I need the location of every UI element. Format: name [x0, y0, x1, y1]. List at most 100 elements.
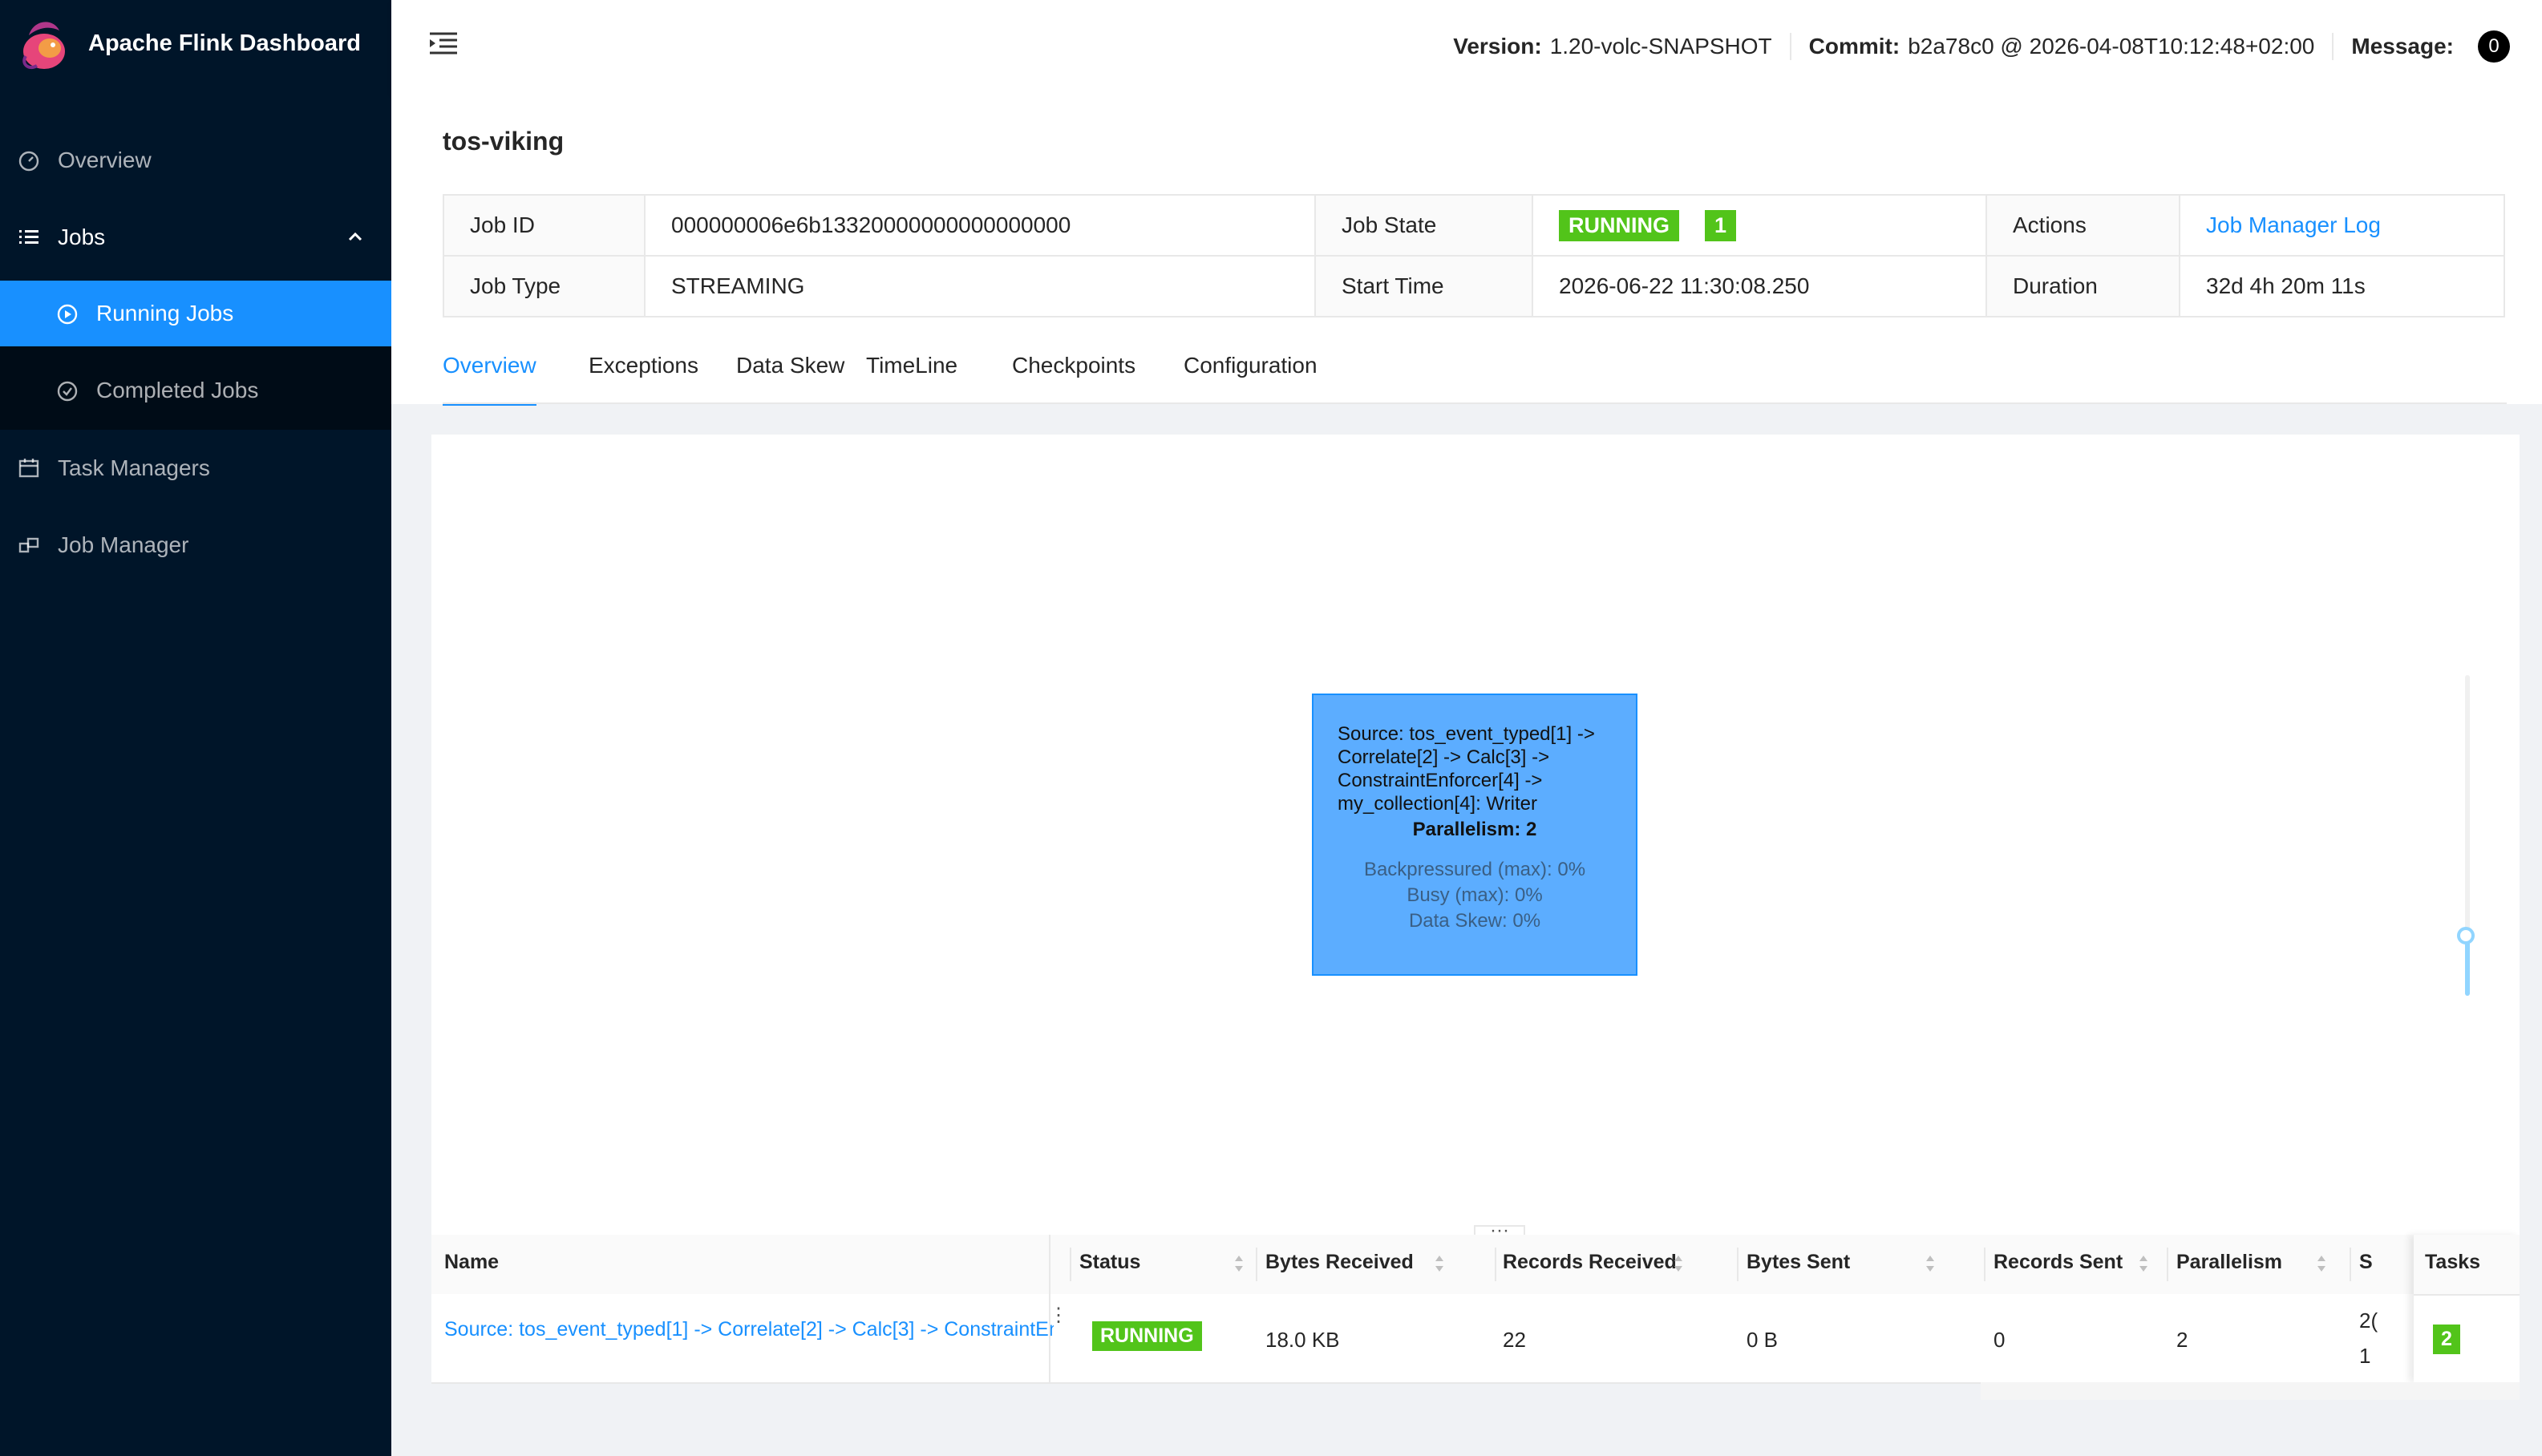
job-manager-log-link[interactable]: Job Manager Log: [2206, 212, 2381, 237]
sort-icon[interactable]: [2138, 1252, 2149, 1275]
column-resize-grip-icon[interactable]: ⋮: [1049, 1306, 1068, 1336]
start-time-value: 2026-06-22 11:30:08.250: [1532, 255, 1987, 317]
sidebar-item-label: Job Manager: [58, 532, 189, 557]
job-state-label: Job State: [1314, 194, 1533, 257]
col-parallelism[interactable]: Parallelism: [2176, 1251, 2282, 1274]
sort-icon[interactable]: [1434, 1252, 1445, 1275]
horizontal-scrollbar[interactable]: [1981, 1382, 2520, 1400]
message-count-badge[interactable]: 0: [2478, 30, 2510, 63]
sidebar-item-running-jobs[interactable]: Running Jobs: [0, 281, 391, 346]
header-info: Version: 1.20-volc-SNAPSHOT Commit: b2a7…: [1453, 30, 2510, 63]
tabs-divider: [443, 402, 2507, 404]
duration-label: Duration: [1985, 255, 2180, 317]
col-tasks[interactable]: Tasks: [2425, 1251, 2480, 1274]
sidebar-item-task-managers[interactable]: Task Managers: [0, 430, 391, 507]
col-bytes-sent[interactable]: Bytes Sent: [1747, 1251, 1850, 1274]
jobs-submenu: Running Jobs Completed Jobs: [0, 281, 391, 430]
job-type-label: Job Type: [443, 255, 646, 317]
sidebar-item-completed-jobs[interactable]: Completed Jobs: [0, 358, 391, 423]
sort-icon[interactable]: [1233, 1252, 1245, 1275]
duration-value: 32d 4h 20m 11s: [2179, 255, 2505, 317]
records-sent-cell: 0: [1994, 1328, 2006, 1352]
sidebar-item-label: Task Managers: [58, 455, 210, 480]
job-name: tos-viking: [443, 127, 565, 156]
tab-configuration[interactable]: Configuration: [1184, 353, 1318, 402]
commit-label: Commit:: [1808, 34, 1900, 59]
sidebar-item-label: Overview: [58, 148, 152, 172]
column-divider: [1495, 1248, 1496, 1281]
table-header: Name Status Bytes Received Records Recei…: [431, 1235, 2520, 1296]
tab-checkpoints[interactable]: Checkpoints: [1012, 353, 1135, 402]
col-bytes-received[interactable]: Bytes Received: [1265, 1251, 1414, 1274]
build-icon: [18, 537, 39, 553]
job-descriptions: Job ID 000000006e6b13320000000000000000 …: [443, 194, 2505, 317]
col-status[interactable]: Status: [1079, 1251, 1140, 1274]
chevron-up-icon: [348, 232, 362, 241]
vertex-status-tag: RUNNING: [1092, 1321, 1202, 1351]
col-name[interactable]: Name: [444, 1251, 499, 1274]
job-vertex-node[interactable]: Source: tos_event_typed[1] -> Correlate[…: [1312, 694, 1637, 976]
header-divider: [2332, 33, 2334, 60]
unordered-list-icon: [19, 230, 38, 244]
sidebar-item-overview[interactable]: Overview: [0, 122, 391, 199]
tab-overview[interactable]: Overview: [443, 353, 536, 406]
brand-title: Apache Flink Dashboard: [88, 30, 362, 56]
sort-icon[interactable]: [1925, 1252, 1936, 1275]
vertex-table: Name Status Bytes Received Records Recei…: [431, 1235, 2520, 1384]
menu-fold-icon[interactable]: [428, 30, 459, 56]
sidebar-item-label: Completed Jobs: [96, 378, 259, 402]
check-circle-icon: [57, 381, 78, 402]
job-state-tag: RUNNING: [1559, 209, 1679, 241]
start-time-label: Start Time: [1314, 255, 1533, 317]
start-time-cell-line1: 2(: [2359, 1308, 2378, 1333]
bytes-sent-cell: 0 B: [1747, 1328, 1779, 1352]
schedule-icon: [18, 459, 39, 478]
records-received-cell: 22: [1503, 1328, 1526, 1352]
col-records-sent[interactable]: Records Sent: [1994, 1251, 2123, 1274]
node-backpressured: Backpressured (max): 0%: [1363, 859, 1586, 880]
version-label: Version:: [1453, 34, 1542, 59]
actions-cell: Job Manager Log: [2179, 194, 2505, 257]
actions-label: Actions: [1985, 194, 2180, 257]
start-time-cell-line2: 1: [2359, 1344, 2371, 1368]
header-divider: [1789, 33, 1791, 60]
column-divider: [2167, 1248, 2168, 1281]
sidebar-item-label: Running Jobs: [96, 301, 234, 326]
col-records-received[interactable]: Records Received: [1503, 1251, 1677, 1274]
job-graph-canvas[interactable]: Source: tos_event_typed[1] -> Correlate[…: [431, 435, 2520, 1235]
zoom-slider-handle[interactable]: [2457, 927, 2475, 944]
column-divider: [1256, 1248, 1257, 1281]
sidebar-item-job-manager[interactable]: Job Manager: [0, 507, 391, 584]
node-title: Source: tos_event_typed[1] -> Correlate[…: [1338, 723, 1595, 815]
sort-icon[interactable]: [1673, 1252, 1684, 1275]
column-divider: [2350, 1248, 2351, 1281]
play-circle-icon: [57, 304, 78, 325]
bytes-received-cell: 18.0 KB: [1265, 1328, 1340, 1352]
col-start-time-truncated[interactable]: S: [2359, 1251, 2373, 1274]
tab-data-skew[interactable]: Data Skew: [736, 353, 844, 402]
vertex-name-link[interactable]: Source: tos_event_typed[1] -> Correlate[…: [444, 1318, 1054, 1341]
sidebar-item-jobs[interactable]: Jobs: [0, 199, 391, 276]
tab-timeline[interactable]: TimeLine: [866, 353, 957, 402]
job-summary: tos-viking Job ID 000000006e6b1332000000…: [391, 95, 2542, 406]
top-header: Version: 1.20-volc-SNAPSHOT Commit: b2a7…: [391, 0, 2542, 95]
job-type-value: STREAMING: [644, 255, 1316, 317]
job-id-value: 000000006e6b13320000000000000000: [644, 194, 1316, 257]
column-divider: [1737, 1248, 1739, 1281]
tab-exceptions[interactable]: Exceptions: [589, 353, 698, 402]
sidebar: Apache Flink Dashboard Overview Jobs Run…: [0, 0, 391, 1456]
dashboard-icon: [18, 151, 39, 172]
brand[interactable]: Apache Flink Dashboard: [0, 0, 391, 95]
node-data-skew: Data Skew: 0%: [1408, 910, 1541, 932]
job-state-count-tag: 1: [1705, 209, 1737, 241]
column-divider: [1984, 1248, 1985, 1281]
node-parallelism: Parallelism: 2: [1412, 819, 1537, 840]
sort-icon[interactable]: [2316, 1252, 2327, 1275]
message-label: Message:: [2351, 34, 2454, 59]
task-count-tag: 2: [2433, 1325, 2460, 1354]
sidebar-item-label: Jobs: [58, 224, 106, 249]
version-value: 1.20-volc-SNAPSHOT: [1549, 34, 1772, 59]
column-divider: [1070, 1248, 1071, 1281]
parallelism-cell: 2: [2176, 1328, 2188, 1352]
table-row[interactable]: Source: tos_event_typed[1] -> Correlate[…: [431, 1294, 2520, 1384]
